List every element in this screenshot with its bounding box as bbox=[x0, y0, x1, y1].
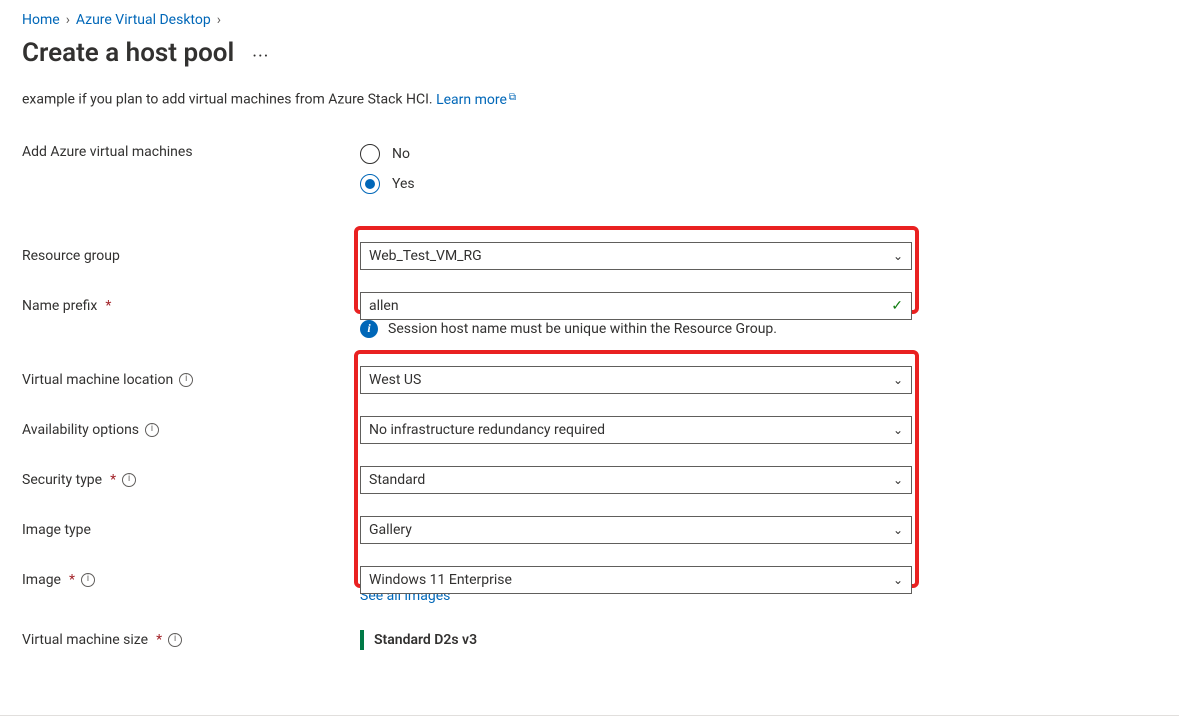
info-icon: i bbox=[360, 320, 378, 338]
info-icon[interactable]: i bbox=[122, 473, 136, 487]
label-vm-location: Virtual machine location bbox=[22, 372, 173, 388]
label-availability: Availability options bbox=[22, 422, 139, 438]
chevron-down-icon: ⌄ bbox=[893, 423, 903, 437]
external-link-icon: ⧉ bbox=[509, 92, 516, 103]
chevron-down-icon: ⌄ bbox=[893, 573, 903, 587]
info-icon[interactable]: i bbox=[81, 573, 95, 587]
image-dropdown[interactable]: Windows 11 Enterprise ⌄ bbox=[360, 566, 912, 594]
info-note: i Session host name must be unique withi… bbox=[360, 320, 1157, 338]
breadcrumb-avd[interactable]: Azure Virtual Desktop bbox=[76, 12, 211, 28]
info-icon[interactable]: i bbox=[168, 633, 182, 647]
label-resource-group: Resource group bbox=[22, 248, 120, 264]
label-vm-size: Virtual machine size bbox=[22, 632, 148, 648]
label-name-prefix: Name prefix bbox=[22, 298, 97, 314]
required-icon: * bbox=[105, 298, 111, 314]
page-title: Create a host pool bbox=[22, 38, 234, 68]
breadcrumb-home[interactable]: Home bbox=[22, 12, 60, 28]
radio-no-label: No bbox=[392, 146, 410, 162]
breadcrumb: Home › Azure Virtual Desktop › bbox=[22, 12, 1157, 28]
learn-more-link[interactable]: Learn more⧉ bbox=[436, 92, 516, 108]
chevron-down-icon: ⌄ bbox=[893, 523, 903, 537]
security-type-dropdown[interactable]: Standard ⌄ bbox=[360, 466, 912, 494]
page-title-row: Create a host pool ··· bbox=[22, 38, 1157, 68]
availability-dropdown[interactable]: No infrastructure redundancy required ⌄ bbox=[360, 416, 912, 444]
name-prefix-value: allen bbox=[369, 298, 399, 314]
image-type-value: Gallery bbox=[369, 522, 412, 538]
chevron-down-icon: ⌄ bbox=[893, 473, 903, 487]
image-type-dropdown[interactable]: Gallery ⌄ bbox=[360, 516, 912, 544]
image-value: Windows 11 Enterprise bbox=[369, 572, 512, 588]
description-prefix: example if you plan to add virtual machi… bbox=[22, 92, 436, 108]
radio-no[interactable]: No bbox=[360, 144, 912, 164]
required-icon: * bbox=[156, 632, 162, 648]
resource-group-value: Web_Test_VM_RG bbox=[369, 248, 482, 264]
chevron-right-icon: › bbox=[217, 12, 221, 28]
label-add-vms: Add Azure virtual machines bbox=[22, 144, 193, 160]
info-icon[interactable]: i bbox=[145, 423, 159, 437]
info-icon[interactable]: i bbox=[179, 373, 193, 387]
add-vms-radio-group: No Yes bbox=[360, 144, 912, 194]
name-prefix-input[interactable]: allen ✓ bbox=[360, 292, 912, 320]
vm-location-value: West US bbox=[369, 372, 421, 388]
availability-value: No infrastructure redundancy required bbox=[369, 422, 605, 438]
label-security-type: Security type bbox=[22, 472, 102, 488]
required-icon: * bbox=[110, 472, 116, 488]
radio-icon bbox=[360, 174, 380, 194]
more-actions-button[interactable]: ··· bbox=[252, 46, 269, 67]
vm-location-dropdown[interactable]: West US ⌄ bbox=[360, 366, 912, 394]
vm-size-value[interactable]: Standard D2s v3 bbox=[360, 630, 912, 650]
label-image-type: Image type bbox=[22, 522, 91, 538]
checkmark-icon: ✓ bbox=[891, 298, 903, 314]
radio-icon bbox=[360, 144, 380, 164]
chevron-down-icon: ⌄ bbox=[893, 249, 903, 263]
form: Add Azure virtual machines No Yes Resour… bbox=[22, 144, 1157, 656]
description-text: example if you plan to add virtual machi… bbox=[22, 90, 1157, 108]
chevron-down-icon: ⌄ bbox=[893, 373, 903, 387]
security-type-value: Standard bbox=[369, 472, 425, 488]
radio-yes[interactable]: Yes bbox=[360, 174, 912, 194]
radio-yes-label: Yes bbox=[392, 176, 415, 192]
info-note-text: Session host name must be unique within … bbox=[388, 321, 777, 337]
label-image: Image bbox=[22, 572, 61, 588]
chevron-right-icon: › bbox=[66, 12, 70, 28]
required-icon: * bbox=[69, 572, 75, 588]
resource-group-dropdown[interactable]: Web_Test_VM_RG ⌄ bbox=[360, 242, 912, 270]
